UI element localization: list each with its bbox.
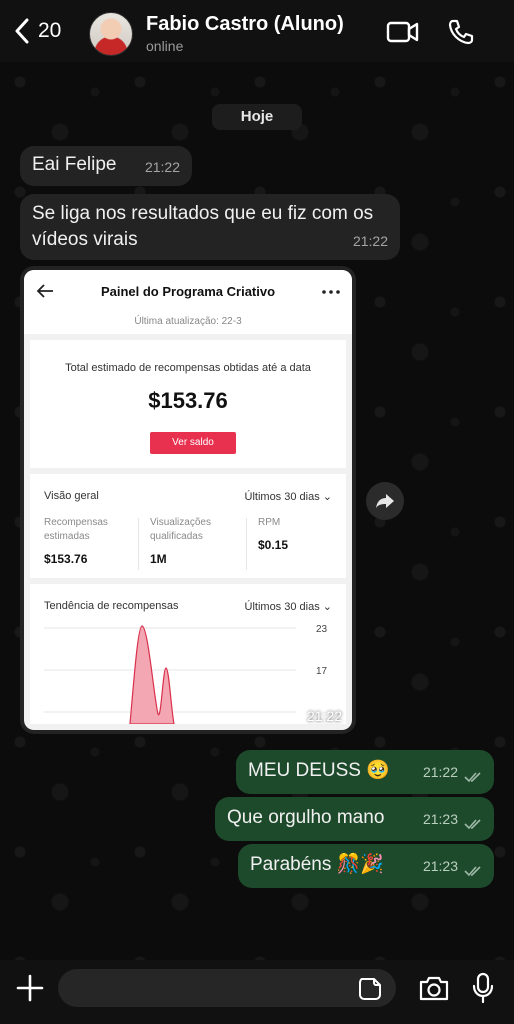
plus-icon[interactable] — [16, 974, 44, 1002]
unread-count: 20 — [38, 19, 62, 42]
back-chevron-icon — [15, 18, 29, 44]
video-call-button[interactable] — [386, 17, 420, 47]
contact-name: Fabio Castro (Aluno) — [146, 13, 344, 35]
contact-avatar[interactable] — [89, 12, 133, 56]
trend-chart: 23 17 — [44, 624, 328, 724]
overview-title: Visão geral — [44, 490, 99, 502]
more-options-icon — [322, 290, 340, 294]
metric-rpm: RPM $0.15 — [258, 517, 289, 552]
double-check-icon — [464, 819, 481, 830]
message-text: Se liga nos resultados que eu fiz com os… — [32, 203, 374, 250]
voice-call-button[interactable] — [444, 17, 478, 47]
screenshot-header: Painel do Programa Criativo Última atual… — [24, 270, 352, 334]
divider — [138, 518, 139, 570]
shared-screenshot: Painel do Programa Criativo Última atual… — [24, 270, 352, 730]
message-time: 21:22 — [352, 233, 388, 249]
composer-bar — [0, 960, 514, 1024]
total-rewards-card: Total estimado de recompensas obtidas at… — [30, 340, 346, 468]
trend-range: Últimos 30 dias ⌄ — [244, 601, 332, 613]
screenshot-title: Painel do Programa Criativo — [100, 284, 276, 299]
overview-card: Visão geral Últimos 30 dias ⌄ Recompensa… — [30, 474, 346, 578]
contact-info[interactable]: Fabio Castro (Aluno) online — [146, 13, 344, 54]
ver-saldo-button: Ver saldo — [150, 432, 236, 454]
message-time: 21:22 — [144, 159, 180, 175]
video-call-icon — [386, 21, 419, 43]
metric-views: Visualizações qualificadas 1M — [150, 517, 211, 566]
camera-icon[interactable] — [418, 974, 450, 1002]
metric-rewards: Recompensas estimadas $153.76 — [44, 517, 108, 566]
trend-tick: 17 — [316, 666, 328, 677]
total-label: Total estimado de recompensas obtidas at… — [65, 362, 311, 374]
message-bubble-incoming[interactable]: Se liga nos resultados que eu fiz com os… — [20, 194, 400, 260]
last-updated: Última atualização: 22-3 — [134, 316, 242, 327]
overview-range: Últimos 30 dias ⌄ — [244, 491, 332, 503]
message-time: 21:23 — [422, 858, 458, 874]
message-time: 21:22 — [306, 708, 342, 724]
divider — [246, 518, 247, 570]
trend-tick: 23 — [316, 624, 328, 635]
message-bubble-outgoing[interactable]: MEU DEUSS 🥹 21:22 — [236, 750, 494, 794]
total-amount: $153.76 — [148, 388, 228, 413]
message-bubble-outgoing[interactable]: Que orgulho mano 21:23 — [215, 797, 494, 841]
phone-icon — [448, 19, 474, 45]
message-text: MEU DEUSS 🥹 — [248, 760, 390, 781]
double-check-icon — [464, 866, 481, 877]
double-check-icon — [464, 772, 481, 783]
forward-icon — [376, 494, 394, 508]
message-time: 21:22 — [422, 764, 458, 780]
forward-button[interactable] — [366, 482, 404, 520]
message-text: Que orgulho mano — [227, 807, 385, 828]
back-button[interactable]: 20 — [14, 18, 61, 44]
message-time: 21:23 — [422, 811, 458, 827]
message-bubble-outgoing[interactable]: Parabéns 🎊🎉 21:23 — [238, 844, 494, 888]
microphone-icon[interactable] — [472, 972, 494, 1004]
sticker-icon[interactable] — [358, 977, 382, 1001]
date-separator: Hoje — [212, 104, 302, 130]
contact-status: online — [146, 38, 184, 54]
trend-card: Tendência de recompensas Últimos 30 dias… — [30, 584, 346, 724]
message-bubble-incoming[interactable]: Eai Felipe 21:22 — [20, 146, 192, 186]
image-message[interactable]: Painel do Programa Criativo Última atual… — [20, 266, 356, 734]
chat-header: 20 Fabio Castro (Aluno) online — [0, 0, 514, 62]
message-input[interactable] — [58, 969, 396, 1007]
trend-title: Tendência de recompensas — [44, 600, 179, 612]
message-text: Parabéns 🎊🎉 — [250, 854, 384, 875]
message-text: Eai Felipe — [32, 154, 117, 175]
